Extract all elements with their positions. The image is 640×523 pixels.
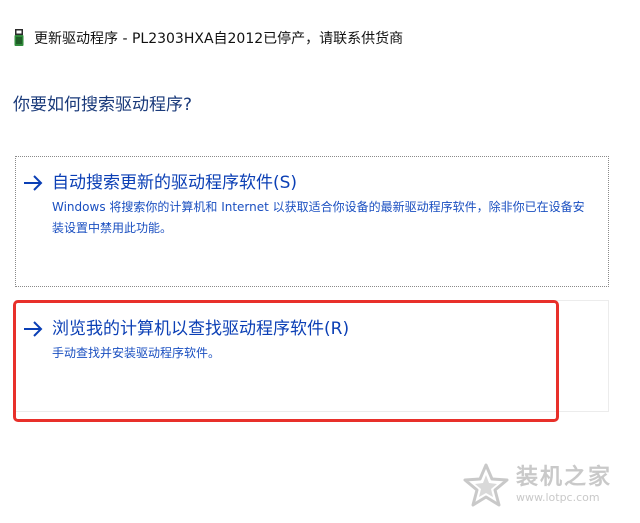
page-heading: 你要如何搜索驱动程序?: [13, 95, 193, 115]
auto-search-title: 自动搜索更新的驱动程序软件(S): [52, 173, 298, 193]
arrow-right-icon: [22, 172, 44, 194]
browse-computer-option[interactable]: 浏览我的计算机以查找驱动程序软件(R) 手动查找并安装驱动程序软件。: [15, 300, 609, 412]
window-title: 更新驱动程序 - PL2303HXA自2012已停产，请联系供货商: [34, 31, 404, 47]
star-logo-icon: [462, 463, 510, 507]
usb-device-icon: [14, 29, 24, 47]
arrow-right-icon: [22, 318, 44, 340]
watermark-name: 装机之家: [516, 465, 613, 490]
watermark: 装机之家 www.lotpc.com: [462, 463, 612, 507]
auto-search-description: Windows 将搜索你的计算机和 Internet 以获取适合你设备的最新驱动…: [52, 200, 585, 235]
title-bar: 更新驱动程序 - PL2303HXA自2012已停产，请联系供货商: [14, 27, 403, 49]
browse-computer-description: 手动查找并安装驱动程序软件。: [52, 346, 221, 360]
watermark-url: www.lotpc.com: [516, 491, 600, 504]
auto-search-option[interactable]: 自动搜索更新的驱动程序软件(S) Windows 将搜索你的计算机和 Inter…: [15, 156, 609, 287]
browse-computer-title: 浏览我的计算机以查找驱动程序软件(R): [52, 319, 350, 339]
